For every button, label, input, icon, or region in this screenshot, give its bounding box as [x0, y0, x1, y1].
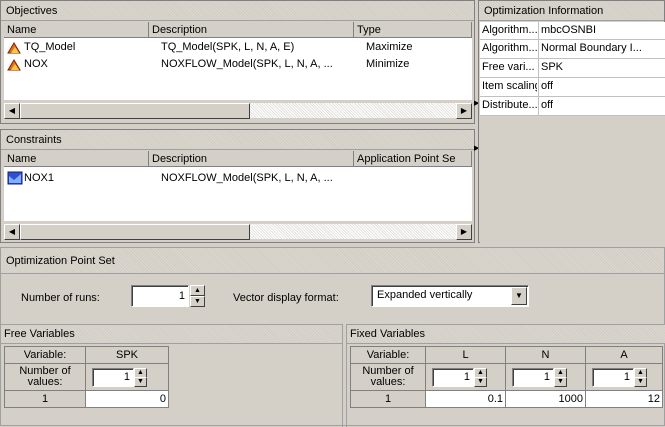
constraint-name: NOX1: [24, 172, 54, 184]
free-variables-table: Variable: SPK Number of values: 1 ▲ ▼ 1 …: [4, 346, 169, 408]
number-of-runs-spinner[interactable]: 1 ▲ ▼: [131, 285, 205, 307]
scroll-thumb[interactable]: [20, 224, 250, 240]
info-row: Distribute... off: [480, 97, 665, 116]
number-of-values-label: Number of values:: [350, 363, 426, 391]
n-value-cell[interactable]: 1000: [505, 390, 586, 408]
scroll-left-icon[interactable]: ◀: [4, 103, 20, 119]
spin-down-icon[interactable]: ▼: [190, 296, 205, 307]
info-row: Algorithm... Normal Boundary I...: [480, 40, 665, 59]
spk-value-cell[interactable]: 0: [85, 390, 169, 408]
objective-description: NOXFLOW_Model(SPK, L, N, A, ...: [161, 58, 333, 70]
info-key: Algorithm...: [482, 42, 537, 54]
number-of-runs-input[interactable]: 1: [131, 285, 189, 307]
row-index: 1: [4, 390, 86, 408]
variable-header: N: [505, 346, 586, 364]
table-row[interactable]: TQ_Model TQ_Model(SPK, L, N, A, E) Maxim…: [4, 39, 472, 56]
info-value: Normal Boundary I...: [541, 42, 642, 54]
n-count-input[interactable]: 1: [512, 368, 554, 387]
variable-label: Variable:: [350, 346, 426, 364]
info-row: Item scaling off: [480, 78, 665, 97]
objective-name: TQ_Model: [24, 41, 76, 53]
objectives-col-name[interactable]: Name: [4, 22, 149, 38]
constraint-icon: [7, 171, 23, 185]
a-value-cell[interactable]: 12: [585, 390, 663, 408]
number-of-runs-label: Number of runs:: [21, 292, 100, 304]
objectives-hscrollbar[interactable]: ◀ ▶: [4, 102, 472, 119]
spin-up-icon[interactable]: ▲: [190, 285, 205, 296]
point-set-title: Optimization Point Set: [1, 248, 664, 274]
spin-down-icon[interactable]: ▼: [474, 377, 487, 387]
constraints-title: Constraints: [1, 130, 474, 150]
objectives-col-description[interactable]: Description: [149, 22, 354, 38]
n-count-spinner[interactable]: 1 ▲ ▼: [512, 368, 567, 387]
objective-description: TQ_Model(SPK, L, N, A, E): [161, 41, 295, 53]
spk-count-input[interactable]: 1: [92, 368, 134, 387]
objectives-panel: Objectives Name Description Type TQ_Mode…: [0, 0, 475, 124]
free-variables-title: Free Variables: [1, 325, 342, 344]
spk-count-spinner[interactable]: 1 ▲ ▼: [92, 368, 147, 387]
variable-header: L: [425, 346, 506, 364]
objective-type: Minimize: [366, 58, 410, 70]
constraints-panel: Constraints Name Description Application…: [0, 129, 475, 243]
info-value: off: [541, 80, 554, 92]
row-index: 1: [350, 390, 426, 408]
fixed-variables-panel: Fixed Variables Variable: L N A Number o…: [346, 324, 665, 427]
variable-header: SPK: [85, 346, 169, 364]
constraints-col-application-point[interactable]: Application Point Se: [354, 151, 472, 167]
constraints-table: Name Description Application Point Se NO…: [4, 151, 472, 221]
info-value: mbcOSNBI: [541, 24, 597, 36]
l-value-cell[interactable]: 0.1: [425, 390, 506, 408]
spin-down-icon[interactable]: ▼: [554, 377, 567, 387]
scroll-right-icon[interactable]: ▶: [456, 224, 472, 240]
optimization-info-title: Optimization Information: [479, 1, 664, 21]
table-row[interactable]: NOX NOXFLOW_Model(SPK, L, N, A, ... Mini…: [4, 56, 472, 73]
scroll-left-icon[interactable]: ◀: [4, 224, 20, 240]
optimization-info-panel: Optimization Information Algorithm... mb…: [478, 0, 665, 243]
constraint-description: NOXFLOW_Model(SPK, L, N, A, ...: [161, 172, 333, 184]
variable-header: A: [585, 346, 663, 364]
vector-display-format-label: Vector display format:: [233, 292, 339, 304]
l-values-cell: 1 ▲ ▼: [425, 363, 506, 391]
fixed-variables-table: Variable: L N A Number of values: 1 ▲ ▼ …: [350, 346, 665, 408]
l-count-spinner[interactable]: 1 ▲ ▼: [432, 368, 487, 387]
info-row: Free vari... SPK: [480, 59, 665, 78]
variable-label: Variable:: [4, 346, 86, 364]
free-variables-panel: Free Variables Variable: SPK Number of v…: [1, 324, 343, 427]
scroll-thumb[interactable]: [20, 103, 250, 119]
info-row: Algorithm... mbcOSNBI: [480, 22, 665, 40]
info-key: Algorithm...: [482, 24, 537, 36]
info-key: Distribute...: [482, 99, 537, 111]
info-value: off: [541, 99, 554, 111]
l-count-input[interactable]: 1: [432, 368, 474, 387]
vector-display-format-value: Expanded vertically: [377, 289, 473, 301]
objective-name: NOX: [24, 58, 48, 70]
vector-display-format-select[interactable]: Expanded vertically ▼: [371, 285, 529, 307]
objectives-table: Name Description Type TQ_Model TQ_Model(…: [4, 22, 472, 100]
a-values-cell: 1 ▲ ▼: [585, 363, 663, 391]
constraints-col-name[interactable]: Name: [4, 151, 149, 167]
n-values-cell: 1 ▲ ▼: [505, 363, 586, 391]
objectives-col-type[interactable]: Type: [354, 22, 472, 38]
table-row[interactable]: NOX1 NOXFLOW_Model(SPK, L, N, A, ...: [4, 170, 472, 187]
info-value: SPK: [541, 61, 564, 73]
objective-icon: [7, 59, 21, 71]
spk-values-cell: 1 ▲ ▼: [85, 363, 169, 391]
spin-down-icon[interactable]: ▼: [134, 377, 147, 387]
objective-icon: [7, 42, 21, 54]
constraints-hscrollbar[interactable]: ◀ ▶: [4, 223, 472, 240]
number-of-values-label: Number of values:: [4, 363, 86, 391]
scroll-right-icon[interactable]: ▶: [456, 103, 472, 119]
spin-down-icon[interactable]: ▼: [634, 377, 647, 387]
info-key: Item scaling: [482, 80, 537, 92]
chevron-down-icon[interactable]: ▼: [511, 287, 527, 305]
constraints-col-description[interactable]: Description: [149, 151, 354, 167]
point-set-panel: Optimization Point Set Number of runs: 1…: [0, 247, 665, 427]
info-key: Free vari...: [482, 61, 535, 73]
fixed-variables-title: Fixed Variables: [347, 325, 665, 344]
a-count-spinner[interactable]: 1 ▲ ▼: [592, 368, 647, 387]
objectives-title: Objectives: [1, 1, 474, 21]
a-count-input[interactable]: 1: [592, 368, 634, 387]
objective-type: Maximize: [366, 41, 413, 53]
